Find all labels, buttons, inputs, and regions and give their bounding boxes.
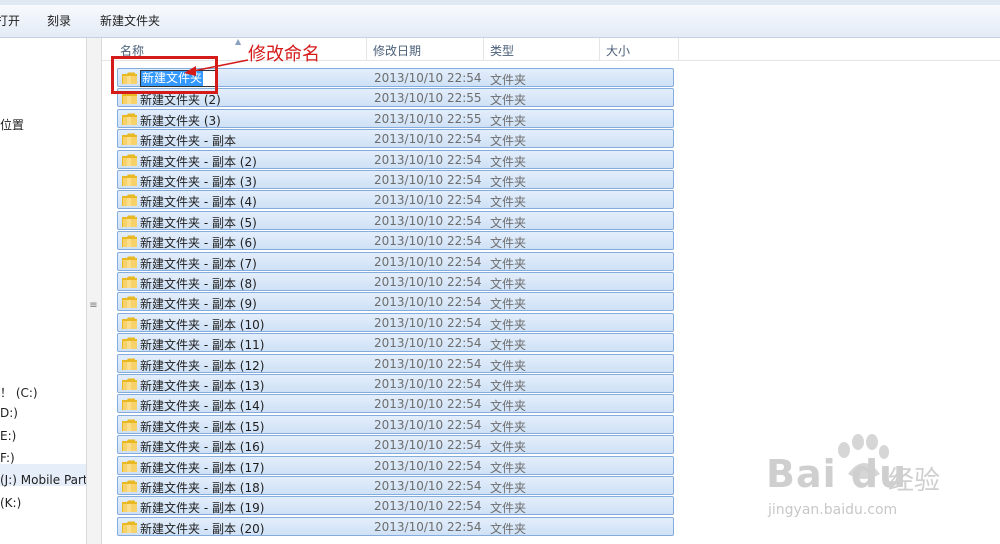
watermark-url: jingyan.baidu.com <box>768 502 898 518</box>
watermark-cn: 经验 <box>888 466 941 496</box>
watermark-brand: Bai du <box>766 452 908 496</box>
baidu-watermark: Bai du 经验 jingyan.baidu.com <box>766 434 976 524</box>
